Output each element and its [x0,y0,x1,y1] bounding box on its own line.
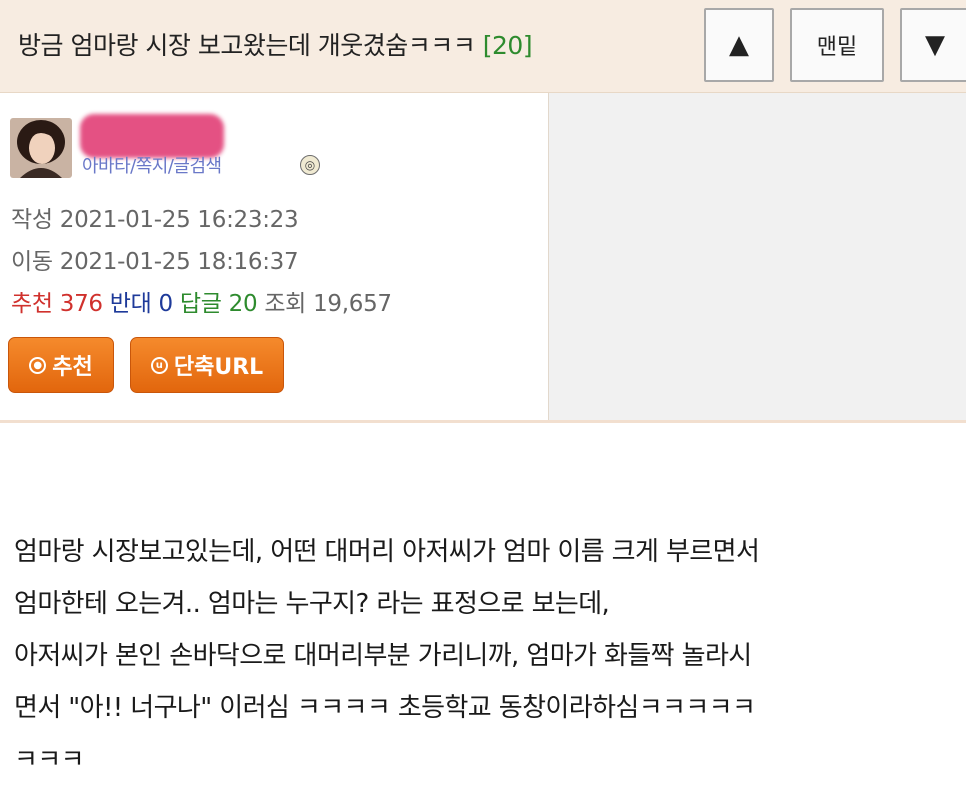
author-links[interactable]: 아바타/쪽지/글검색 [82,152,222,178]
oppose-label: 반대 [109,291,152,317]
recommend-label: 추천 [11,291,53,317]
replies-label: 답글 [179,291,222,317]
body-line: 엄마한테 오는겨.. 엄마는 누구지? 라는 표정으로 보는데, [14,589,610,619]
short-url-button-label: 단축URL [173,355,264,380]
post-title: 방금 엄마랑 시장 보고왔는데 개웃겼숨ㅋㅋㅋ [20] [18,26,533,62]
post-body: 엄마랑 시장보고있는데, 어떤 대머리 아저씨가 엄마 이름 크게 부르면서 엄… [14,526,959,786]
moved-value: 2021-01-25 18:16:37 [59,249,299,275]
views-label: 조회 [264,291,307,317]
moved-label: 이동 [11,249,53,275]
member-level-icon: ◎ [300,155,320,175]
section-divider [0,420,966,423]
scroll-bottom-button[interactable]: 맨밑 [790,8,884,82]
body-line: 면서 "아!! 너구나" 이러심 ㅋㅋㅋㅋ 초등학교 동창이라하심ㅋㅋㅋㅋㅋ [14,693,756,723]
recommend-button-label: 추천 [52,355,93,380]
oppose-count: 0 [158,291,174,317]
recommend-count: 376 [59,291,103,317]
body-line: ㅋㅋㅋ [14,745,85,775]
post-stats: 추천 376 반대 0 답글 20 조회 19,657 [11,284,392,318]
body-line: 아저씨가 본인 손바닥으로 대머리부분 가리니까, 엄마가 화들짝 놀라시 [14,641,752,671]
recommend-button[interactable]: ● 추천 [8,337,114,393]
views-count: 19,657 [313,291,392,317]
short-url-button[interactable]: u 단축URL [130,337,284,393]
author-avatar[interactable] [10,118,72,178]
created-date: 작성 2021-01-25 16:23:23 [11,200,299,234]
post-title-text: 방금 엄마랑 시장 보고왔는데 개웃겼숨ㅋㅋㅋ [18,31,476,60]
created-value: 2021-01-25 16:23:23 [59,207,299,233]
down-arrow-icon: ▼ [925,30,945,60]
post-page: 방금 엄마랑 시장 보고왔는데 개웃겼숨ㅋㅋㅋ [20] ▲ 맨밑 ▼ 아바타/… [0,0,966,792]
avatar-image [10,118,72,178]
scroll-up-button[interactable]: ▲ [704,8,774,82]
side-panel [549,93,966,420]
up-arrow-icon: ▲ [729,30,749,60]
reply-count[interactable]: [20] [483,31,533,60]
scroll-down-button[interactable]: ▼ [900,8,966,82]
moved-date: 이동 2021-01-25 18:16:37 [11,242,299,276]
url-icon: u [150,356,168,374]
recommend-icon: ● [29,356,47,374]
body-line: 엄마랑 시장보고있는데, 어떤 대머리 아저씨가 엄마 이름 크게 부르면서 [14,537,760,567]
created-label: 작성 [11,207,53,233]
replies-count: 20 [228,291,258,317]
